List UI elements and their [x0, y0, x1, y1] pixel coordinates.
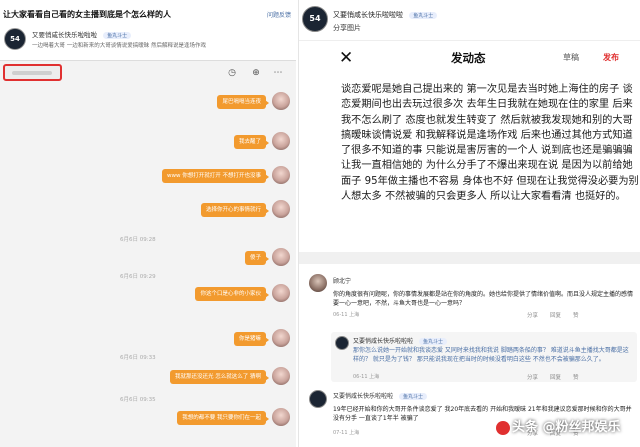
sender-avatar[interactable] [272, 284, 290, 302]
sender-avatar[interactable] [272, 248, 290, 266]
like-action[interactable]: 赞 [573, 313, 579, 319]
chat-timestamp: 6月6日 09:35 [120, 397, 156, 403]
comment-meta: 07-11 上海 [333, 430, 360, 436]
sender-avatar[interactable] [272, 92, 290, 110]
sender-avatar[interactable] [272, 408, 290, 426]
comment-actions: 分享 回复 赞 [527, 311, 591, 319]
post-compose-panel: 54 又要悄咸长快乐啦啦啦 鱼丸斗士 分享图片 ✕ 发动态 草稿 发布 谈恋爱呢… [298, 0, 640, 447]
share-image-label: 分享图片 [333, 24, 361, 32]
watermark-text: 头条 @粉丝邦娱乐 [512, 420, 621, 435]
reply-text: 那你怎么说她一开始就和我谈恋爱 又同时来找我和我说 脚踏两条船的事？ 难道说斗鱼… [353, 347, 629, 363]
like-action[interactable]: 赞 [573, 375, 579, 381]
chat-message[interactable]: 选择你开心的事情就行 [200, 203, 270, 217]
commenter-avatar[interactable] [309, 274, 327, 292]
author-subtitle: 一边喝着大哥 一边和新来的大哥谈情说爱搞暧昧 然后解释说是逢场作戏 [32, 43, 206, 49]
comment-meta: 06-11 上海 [333, 312, 360, 318]
author-row: 54 又要悄咸长快乐啦啦啦 鱼丸斗士 一边喝着大哥 一边和新来的大哥谈情说爱搞暧… [2, 26, 296, 56]
share-action[interactable]: 分享 [527, 375, 538, 381]
sender-avatar[interactable] [272, 329, 290, 347]
reply-avatar[interactable] [335, 336, 349, 350]
commenter-name[interactable]: 顾北宁 [333, 276, 351, 285]
author-avatar[interactable]: 54 [4, 28, 26, 50]
toutiao-logo-icon [496, 420, 510, 435]
redacted-name-blur [12, 71, 52, 75]
chat-message[interactable]: www 你想打开就打开 不想打开也没事 [162, 169, 269, 183]
commenter-badge: 鱼丸斗士 [398, 393, 427, 400]
reply-badge: 鱼丸斗士 [418, 338, 447, 345]
author-badge: 鱼丸斗士 [103, 31, 132, 39]
chat-message[interactable]: 你是猪嘛 [233, 332, 270, 346]
chat-timestamp: 6月6日 09:29 [120, 274, 156, 280]
redacted-contact-highlight [3, 64, 62, 81]
chat-frame: ◷ ⊕ ⋯ 尾巴嗝嗝当连夜 我去醒了 www 你想打开就打开 不想打开也没事 选… [0, 60, 296, 447]
reply-actions: 分享 回复 赞 [527, 373, 591, 381]
clock-icon[interactable]: ◷ [226, 67, 238, 79]
compose-title: 发动态 [451, 51, 486, 65]
chat-timestamp: 6月6日 09:28 [120, 237, 156, 243]
publish-button[interactable]: 发布 [603, 52, 619, 63]
reply-action[interactable]: 回复 [550, 313, 561, 319]
sender-avatar[interactable] [272, 132, 290, 150]
author-badge: 鱼丸斗士 [409, 11, 438, 19]
chat-message[interactable]: 尾巴嗝嗝当连夜 [217, 95, 269, 109]
chat-message[interactable]: 傻子 [244, 251, 270, 265]
reply-action[interactable]: 回复 [550, 375, 561, 381]
sender-avatar[interactable] [272, 166, 290, 184]
chat-top-bar: ◷ ⊕ ⋯ [0, 61, 296, 87]
chat-timestamp: 6月6日 09:33 [120, 355, 156, 361]
post-body-text[interactable]: 谈恋爱呢是她自己提出来的 第一次见是去当时她上海住的房子 谈恋爱期间也出去玩过很… [341, 82, 639, 204]
more-icon[interactable]: ⋯ [272, 67, 284, 79]
add-icon[interactable]: ⊕ [250, 67, 262, 79]
chat-message[interactable]: 我就那还没还光 怎么就这么了 猜啊 [170, 370, 269, 384]
reply-author[interactable]: 又要悄咸长快乐啦啦啦 鱼丸斗士 [353, 336, 447, 345]
author-name-text: 又要悄咸长快乐啦啦啦 [333, 11, 403, 19]
commenter-avatar[interactable] [309, 390, 327, 408]
chat-screenshot-panel: 让大家看看自己看的女主播到底是个怎么样的人 问题反馈 54 又要悄咸长快乐啦啦啦… [0, 0, 296, 447]
chat-message[interactable]: 我想的都不要 我只要你们在一起 [177, 411, 269, 425]
commenter-name-text: 又要悄咸长快乐啦啦啦 [333, 393, 394, 400]
reply-meta: 06-11 上海 [353, 374, 380, 380]
article-title: 让大家看看自己看的女主播到底是个怎么样的人 [3, 10, 171, 19]
sender-avatar[interactable] [272, 367, 290, 385]
reply-author-text: 又要悄咸长快乐啦啦啦 [353, 338, 414, 345]
watermark: 头条 @粉丝邦娱乐 [496, 416, 621, 435]
chat-message[interactable]: 你这个口是心非的小家伙 [195, 287, 269, 301]
sender-avatar[interactable] [272, 200, 290, 218]
report-link[interactable]: 问题反馈 [267, 10, 291, 19]
section-divider [299, 252, 640, 264]
author-name-text: 又要悄咸长快乐啦啦啦 [32, 31, 97, 39]
commenter-name[interactable]: 又要悄咸长快乐啦啦啦 鱼丸斗士 [333, 391, 427, 400]
author-name[interactable]: 又要悄咸长快乐啦啦啦 鱼丸斗士 [32, 29, 132, 39]
compose-header: ✕ 发动态 草稿 发布 [299, 40, 640, 74]
reply-box: 又要悄咸长快乐啦啦啦 鱼丸斗士 那你怎么说她一开始就和我谈恋爱 又同时来找我和我… [331, 332, 637, 382]
author-name[interactable]: 又要悄咸长快乐啦啦啦 鱼丸斗士 [333, 10, 438, 20]
close-icon[interactable]: ✕ [339, 48, 353, 68]
draft-button[interactable]: 草稿 [563, 52, 579, 63]
chat-message[interactable]: 我去醒了 [233, 135, 270, 149]
comment-text: 你的角度很有问题呢，你的事情发展都是站在你的角度的。她也给你提供了情绪价值啊。而… [333, 291, 634, 307]
share-action[interactable]: 分享 [527, 313, 538, 319]
author-avatar[interactable]: 54 [302, 6, 328, 32]
